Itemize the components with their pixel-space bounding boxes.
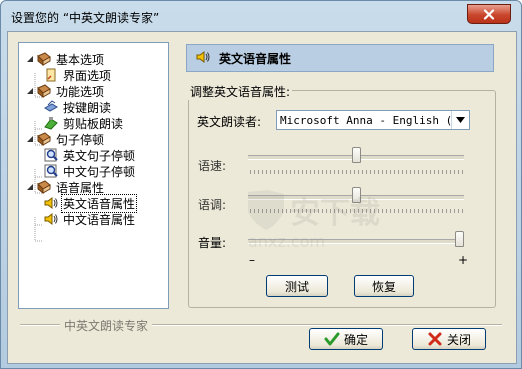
reader-label: 英文朗读者: xyxy=(197,115,262,129)
test-button[interactable]: 测试 xyxy=(266,275,328,297)
tree-node-key-read[interactable]: 按键朗读 xyxy=(43,99,112,115)
panel-header: 英文语音属性 xyxy=(186,44,494,72)
tree-node-cn-pause[interactable]: 中文句子停顿 xyxy=(43,163,136,179)
dialog-client-area: 基本选项 界面选项 功能选项 按键朗读 剪贴板朗读 句子停顿 英文句子停顿 中文… xyxy=(7,31,517,364)
options-tree[interactable]: 基本选项 界面选项 功能选项 按键朗读 剪贴板朗读 句子停顿 英文句子停顿 中文… xyxy=(18,42,169,309)
speed-slider-ticks xyxy=(250,170,464,174)
pitch-label: 语调: xyxy=(198,198,227,212)
tree-node-basic[interactable]: 基本选项 xyxy=(25,51,105,67)
tree-node-label: 中文语音属性 xyxy=(63,212,136,227)
speaker-icon xyxy=(43,211,59,227)
tree-node-label: 按键朗读 xyxy=(63,100,112,115)
check-icon xyxy=(324,332,340,346)
tree-node-ui[interactable]: 界面选项 xyxy=(43,67,112,83)
magnifier-icon xyxy=(43,163,59,179)
panel-title: 英文语音属性 xyxy=(219,51,292,66)
book-icon xyxy=(36,83,52,99)
tree-node-clipboard-read[interactable]: 剪贴板朗读 xyxy=(43,115,124,131)
tree-node-label: 句子停顿 xyxy=(56,132,105,147)
book-icon xyxy=(36,51,52,67)
speed-label: 语速: xyxy=(198,159,227,173)
volume-min-label: – xyxy=(249,253,255,267)
keyboard-icon xyxy=(43,99,59,115)
ok-button[interactable]: 确定 xyxy=(309,328,383,350)
tree-node-function[interactable]: 功能选项 xyxy=(25,83,105,99)
close-button[interactable]: 关闭 xyxy=(412,328,486,350)
tree-node-pause[interactable]: 句子停顿 xyxy=(25,131,105,147)
pitch-slider-ticks xyxy=(250,209,464,213)
tree-node-en-voice[interactable]: 英文语音属性 xyxy=(43,193,138,213)
ok-button-label: 确定 xyxy=(343,332,368,347)
tree-node-label: 英文句子停顿 xyxy=(63,148,136,163)
speaker-icon xyxy=(43,195,59,211)
page-icon xyxy=(43,67,59,83)
footer-brand: 中英文朗读专家 xyxy=(60,317,153,334)
volume-slider-track[interactable] xyxy=(248,239,464,244)
clipboard-icon xyxy=(43,115,59,131)
settings-window: 设置您的 “中英文朗读专家” 基本选项 界面选项 功能选项 按键朗读 剪贴板朗读… xyxy=(0,0,522,369)
volume-label: 音量: xyxy=(198,236,227,250)
tree-node-label: 剪贴板朗读 xyxy=(63,116,124,131)
close-button-label: 关闭 xyxy=(446,332,471,347)
volume-max-label: + xyxy=(458,253,469,267)
tree-node-label: 基本选项 xyxy=(56,52,105,67)
close-x-icon xyxy=(483,8,495,20)
title-bar[interactable]: 设置您的 “中英文朗读专家” xyxy=(1,1,521,31)
group-label: 调整英文语音属性: xyxy=(188,83,293,100)
window-close-button[interactable] xyxy=(467,4,511,24)
expanded-arrow-icon[interactable] xyxy=(25,183,34,192)
tree-node-cn-voice[interactable]: 中文语音属性 xyxy=(43,211,136,227)
reset-button[interactable]: 恢复 xyxy=(354,275,414,297)
volume-slider-thumb[interactable] xyxy=(455,231,464,247)
speed-slider-thumb[interactable] xyxy=(351,147,361,163)
tree-node-label: 功能选项 xyxy=(56,84,105,99)
book-icon xyxy=(36,179,52,195)
reader-dropdown[interactable]: Microsoft Anna - English (Un xyxy=(276,110,470,130)
tree-node-label: 中文句子停顿 xyxy=(63,164,136,179)
book-icon xyxy=(36,131,52,147)
tree-node-label: 界面选项 xyxy=(63,68,112,83)
expanded-arrow-icon[interactable] xyxy=(25,135,34,144)
window-title: 设置您的 “中英文朗读专家” xyxy=(11,11,160,25)
speaker-icon xyxy=(195,49,211,68)
expanded-arrow-icon[interactable] xyxy=(25,55,34,64)
chevron-down-icon xyxy=(456,117,465,123)
pitch-slider-thumb[interactable] xyxy=(351,187,361,203)
magnifier-icon xyxy=(43,147,59,163)
expanded-arrow-icon[interactable] xyxy=(25,87,34,96)
reader-selected-value: Microsoft Anna - English (Un xyxy=(280,113,451,127)
red-x-icon xyxy=(428,332,442,346)
tree-node-en-pause[interactable]: 英文句子停顿 xyxy=(43,147,136,163)
dropdown-arrow-button[interactable] xyxy=(451,111,469,129)
